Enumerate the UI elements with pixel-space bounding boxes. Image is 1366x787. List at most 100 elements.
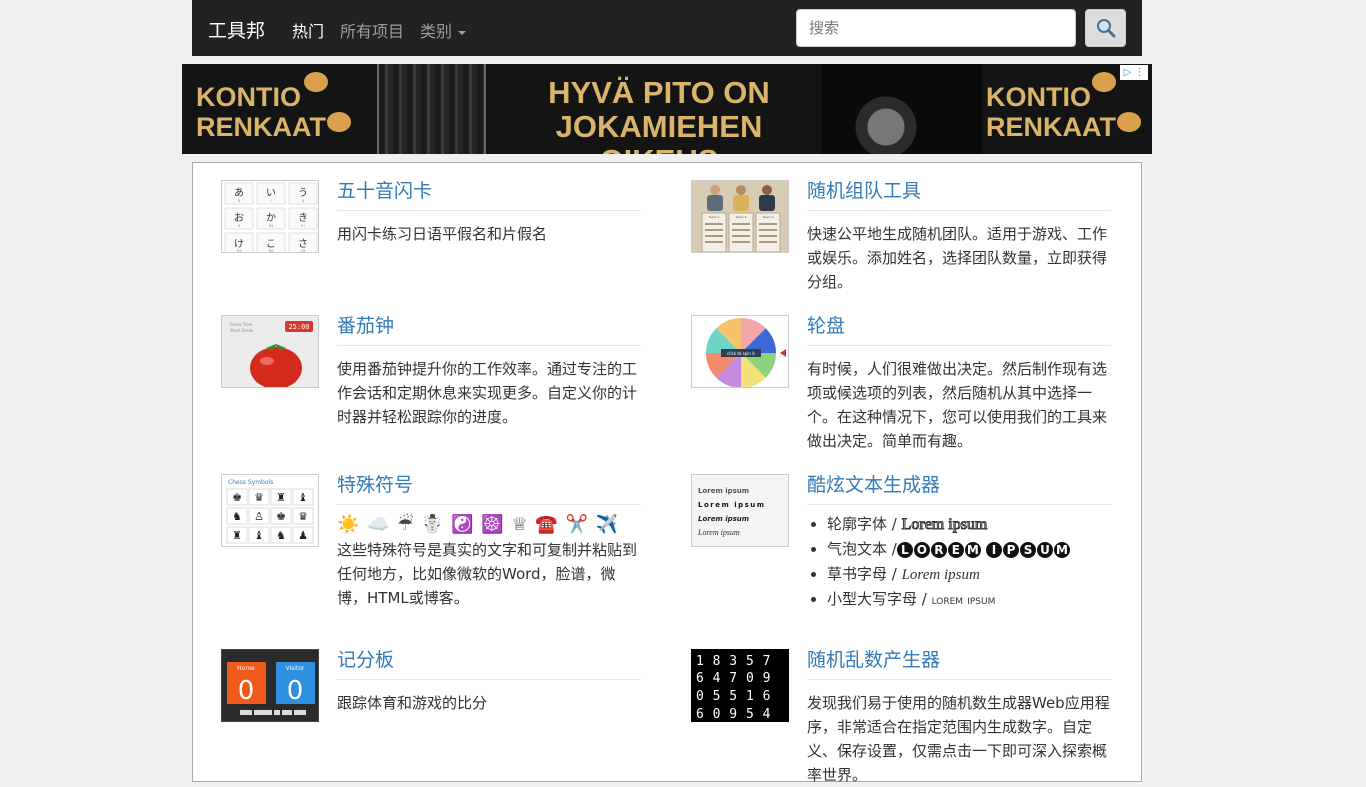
bubble-sample: LOREM IPSUM <box>896 542 1071 558</box>
visitor-label: Visitor <box>286 665 305 672</box>
tool-title[interactable]: 记分板 <box>337 647 641 680</box>
caret-down-icon <box>458 30 467 35</box>
tool-title[interactable]: 特殊符号 <box>337 472 641 505</box>
search-button[interactable] <box>1085 9 1126 47</box>
chess-symbol: ♞ <box>276 529 286 542</box>
chess-symbol: ♛ <box>298 510 308 523</box>
magnifier-icon <box>1096 19 1115 38</box>
lorem-sample: Lorem ipsum <box>698 487 749 495</box>
style-list-item: 轮廓字体 / Lorem ipsum <box>827 512 1113 537</box>
chess-symbol: ♛ <box>254 491 264 504</box>
pomodoro-thumbnail[interactable]: Focus Time Short Break 25:00 <box>221 315 319 388</box>
team-label: Team 3 <box>762 215 774 219</box>
symbol-examples: ☀️ ☁️ ☔ ☃️ ☯️ ☸️ ♕ ☎️ ✂️ ✈️ <box>337 514 620 535</box>
tool-title[interactable]: 轮盘 <box>807 313 1111 346</box>
timer-mode-label: Focus Time <box>230 322 253 327</box>
kana-romaji: ki <box>301 223 304 228</box>
team-generator-thumbnail[interactable]: Team 1 Team 2 Team 3 <box>691 180 789 253</box>
tool-description-block: ☀️ ☁️ ☔ ☃️ ☯️ ☸️ ♕ ☎️ ✂️ ✈️ 这些特殊符号是真实的文字… <box>337 512 643 610</box>
tool-description: 发现我们易于使用的随机数生成器Web应用程序，非常适合在指定范围内生成数字。自定… <box>807 694 1110 784</box>
home-score: 0 <box>238 676 255 706</box>
cool-text-thumbnail[interactable]: Lorem ipsum Lorem ipsum Lorem ipsum Lore… <box>691 474 789 547</box>
paw-icon <box>304 72 328 92</box>
style-label: 轮廓字体 / <box>827 515 902 533</box>
ad-brand-left: KONTIO RENKAAT <box>196 82 326 142</box>
digit-row: 0 5 5 1 6 <box>696 689 771 704</box>
style-label: 小型大写字母 / <box>827 590 932 608</box>
adchoices-icon[interactable]: ▷ ⋮ <box>1120 65 1148 80</box>
chess-symbol: ♚ <box>276 510 286 523</box>
scoreboard-graphic: Home Visitor 0 0 <box>227 662 315 715</box>
fancy-text-graphic: Lorem ipsum Lorem ipsum Lorem ipsum Lore… <box>697 487 766 537</box>
symbols-thumb-title: Chess Symbols <box>228 479 273 486</box>
style-label: 气泡文本 / <box>827 540 897 558</box>
visitor-score: 0 <box>287 676 304 706</box>
nav-dropdown-label: 类别 <box>420 22 453 41</box>
style-list-item: 气泡文本 /LOREM IPSUM <box>827 537 1113 562</box>
kana-grid-graphic: あ い う お か き け こ さ a i u o ka ki ke ko sa <box>224 182 318 253</box>
script-sample: Lorem ipsum <box>901 567 980 583</box>
tool-title[interactable]: 酷炫文本生成器 <box>807 472 1111 505</box>
timer-value: 25:00 <box>288 323 309 331</box>
tomato-timer-graphic: Focus Time Short Break 25:00 <box>230 321 313 387</box>
special-symbols-thumbnail[interactable]: Chess Symbols ♚ ♛ ♜ ♝ ♞ ♙ ♚ ♛ ♜ ♝ ♞ ♟ <box>221 474 319 547</box>
tool-title[interactable]: 番茄钟 <box>337 313 641 346</box>
kana-flashcard-thumbnail[interactable]: あ い う お か き け こ さ a i u o ka ki ke ko sa <box>221 180 319 253</box>
kana-romaji: ka <box>269 223 274 228</box>
ad-headline-line: HYVÄ PITO ON <box>548 75 770 110</box>
tool-description: 跟踪体育和游戏的比分 <box>337 694 488 712</box>
lorem-sample: Lorem ipsum <box>698 501 766 509</box>
ad-banner[interactable]: KONTIO RENKAAT HYVÄ PITO ON JOKAMIEHEN O… <box>182 64 1152 154</box>
nav-dropdown-categories[interactable]: 类别 <box>420 18 467 42</box>
search-input[interactable] <box>796 9 1076 47</box>
team-graphic: Team 1 Team 2 Team 3 <box>701 185 781 252</box>
ad-brand-right: KONTIO RENKAAT <box>986 82 1116 142</box>
chess-symbol: ♟ <box>298 529 308 542</box>
chess-symbol: ♜ <box>232 529 242 542</box>
spin-wheel-graphic: click to spin it <box>706 318 786 387</box>
ad-car-image <box>822 64 982 154</box>
wheel-label: click to spin it <box>727 351 755 356</box>
wheel-thumbnail[interactable]: click to spin it <box>691 315 789 388</box>
top-navbar: 工具邦 热门 所有项目 类别 <box>192 0 1142 56</box>
style-list: 轮廓字体 / Lorem ipsum 气泡文本 /LOREM IPSUM 草书字… <box>807 512 1113 613</box>
ad-brand-line: RENKAAT <box>986 112 1116 142</box>
chess-symbol: ♚ <box>232 491 242 504</box>
kana-romaji: i <box>270 198 271 203</box>
outline-sample: Lorem ipsum <box>901 516 988 534</box>
ad-headline: HYVÄ PITO ON JOKAMIEHEN OIKEUS <box>494 75 824 155</box>
tool-description: 这些特殊符号是真实的文字和可复制并粘贴到任何地方，比如像微软的Word，脸谱，微… <box>337 541 638 607</box>
tool-description: 快速公平地生成随机团队。适用于游戏、工作或娱乐。添加姓名，选择团队数量，立即获得… <box>807 225 1108 291</box>
kana-romaji: u <box>302 198 305 203</box>
ad-headline-line: JOKAMIEHEN OIKEUS <box>555 109 763 155</box>
kana-romaji: sa <box>301 248 306 253</box>
tool-title[interactable]: 五十音闪卡 <box>337 178 641 211</box>
digit-row: 6 0 9 5 4 <box>696 707 771 722</box>
brand-logo[interactable]: 工具邦 <box>208 16 265 43</box>
smallcaps-sample: lorem ipsum <box>931 593 996 608</box>
lorem-sample: Lorem ipsum <box>697 528 740 537</box>
digits-graphic: 1 8 3 5 7 6 4 7 0 9 0 5 5 1 6 6 0 9 5 4 <box>696 654 771 722</box>
ad-brand-line: RENKAAT <box>196 112 326 142</box>
tool-description: 有时候，人们很难做出决定。然后制作现有选项或候选项的列表，然后随机从其中选择一个… <box>807 360 1108 450</box>
paw-icon <box>1117 112 1141 132</box>
digit-row: 1 8 3 5 7 <box>696 654 771 669</box>
tool-title[interactable]: 随机组队工具 <box>807 178 1111 211</box>
scoreboard-thumbnail[interactable]: Home Visitor 0 0 <box>221 649 319 722</box>
style-list-item: 小型大写字母 / lorem ipsum <box>827 587 1113 613</box>
tool-description: 使用番茄钟提升你的工作效率。通过专注的工作会话和定期休息来实现更多。自定义你的计… <box>337 360 638 426</box>
nav-link-popular[interactable]: 热门 <box>292 18 324 42</box>
chess-symbol: ♝ <box>298 491 308 504</box>
random-number-thumbnail[interactable]: 1 8 3 5 7 6 4 7 0 9 0 5 5 1 6 6 0 9 5 4 <box>691 649 789 722</box>
team-label: Team 1 <box>708 215 720 219</box>
digit-row: 6 4 7 0 9 <box>696 671 771 686</box>
timer-mode-label: Short Break <box>230 328 254 333</box>
nav-link-all-items[interactable]: 所有项目 <box>340 18 404 42</box>
chess-symbol: ♜ <box>276 491 286 504</box>
chess-symbol: ♝ <box>254 529 264 542</box>
chess-symbol: ♞ <box>232 510 242 523</box>
kana-romaji: ke <box>237 248 242 253</box>
style-list-item: 草书字母 / Lorem ipsum <box>827 562 1113 587</box>
kana-romaji: ko <box>269 248 274 253</box>
tool-title[interactable]: 随机乱数产生器 <box>807 647 1111 680</box>
